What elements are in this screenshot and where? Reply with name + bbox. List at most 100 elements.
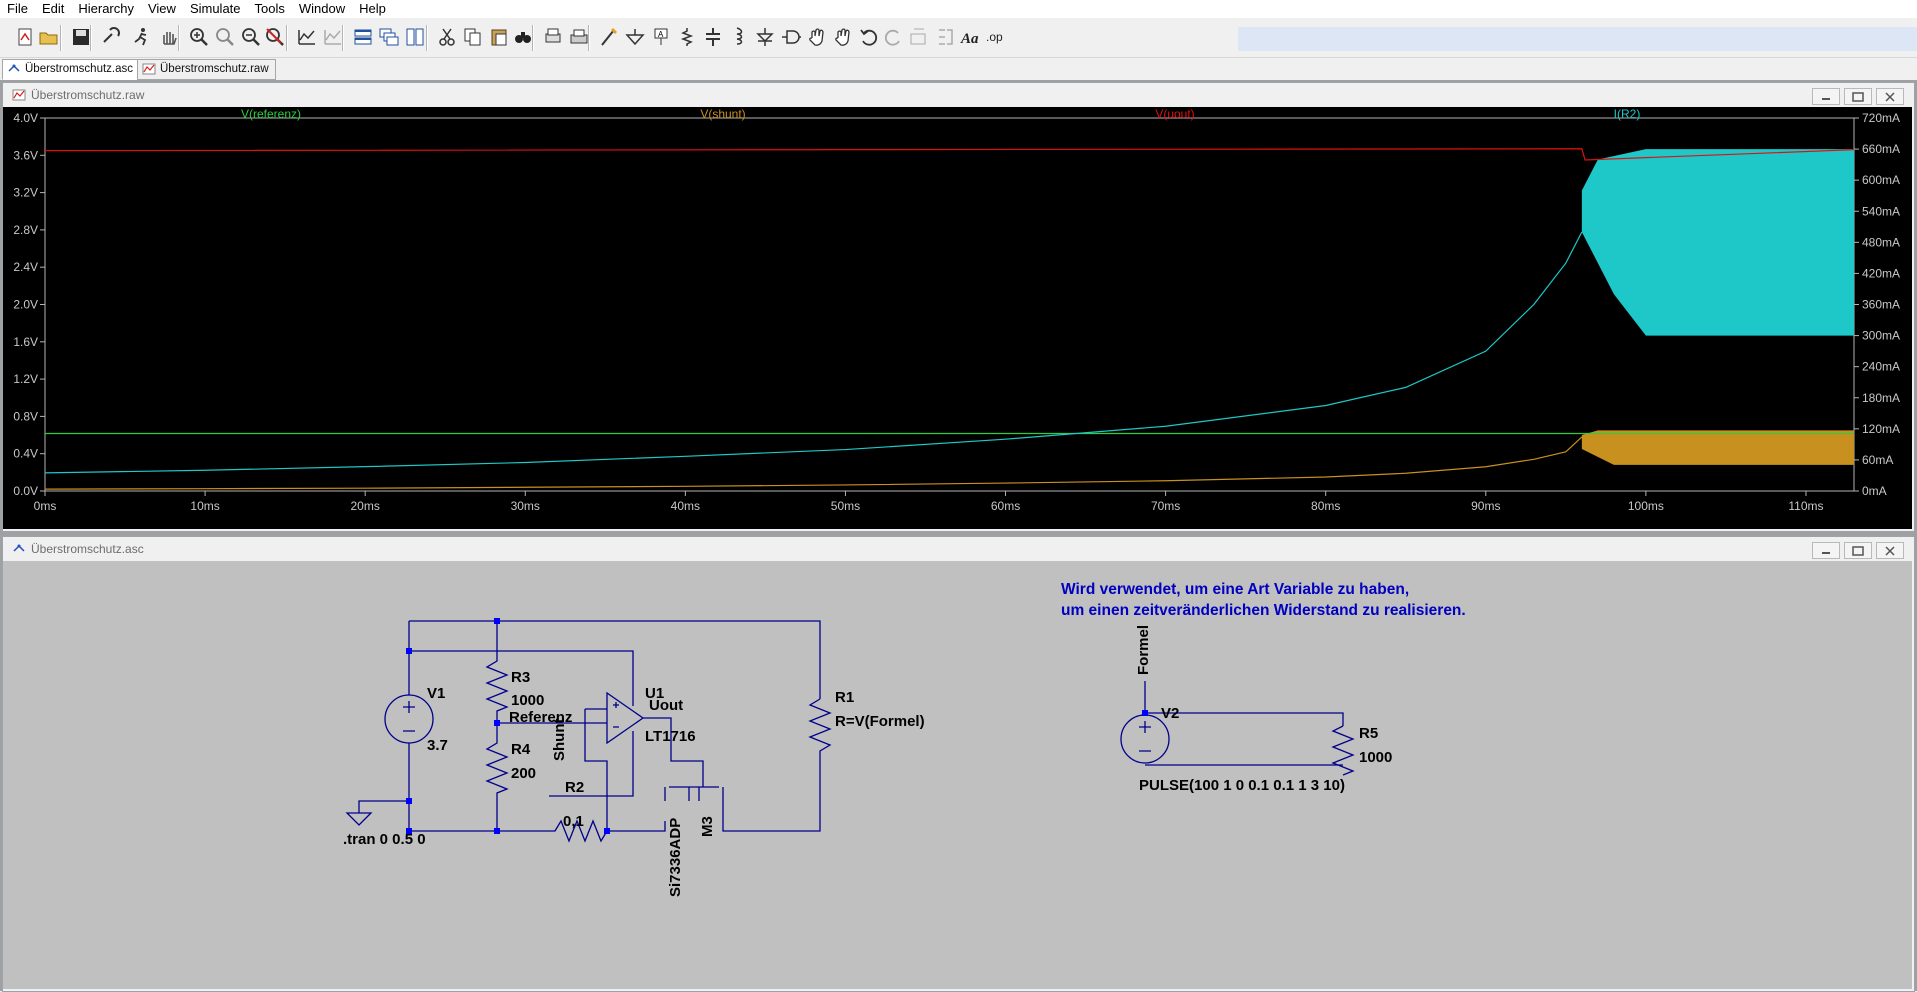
print-preview-button[interactable]: [540, 24, 566, 50]
y-right-tick-label: 420mA: [1862, 266, 1900, 280]
text-button[interactable]: Aa: [958, 24, 984, 50]
zoom-in-button[interactable]: [186, 24, 212, 50]
tile-horizontal-button[interactable]: [350, 24, 376, 50]
undo-button[interactable]: [856, 24, 882, 50]
paste-button[interactable]: [486, 24, 512, 50]
svg-text:Aa: Aa: [960, 31, 979, 47]
zoom-pan-button[interactable]: [212, 24, 238, 50]
y-right-tick-label: 60mA: [1862, 453, 1893, 467]
y-left-tick-label: 3.6V: [13, 148, 38, 162]
wire[interactable]: [722, 755, 821, 832]
minimize-button[interactable]: [1812, 88, 1840, 105]
copy-button[interactable]: [460, 24, 486, 50]
open-icon: [39, 32, 58, 45]
trace-i-r2: [44, 231, 1583, 474]
run-button[interactable]: [128, 24, 154, 50]
ground-button[interactable]: [622, 24, 648, 50]
y-left-tick-label: 2.4V: [13, 260, 38, 274]
schematic-drawing[interactable]: [3, 561, 1912, 989]
wire[interactable]: [584, 708, 608, 831]
v2-value: PULSE(100 1 0 0.1 0.1 1 3 10): [1139, 777, 1345, 794]
inductor-button[interactable]: [724, 24, 750, 50]
zoom-cancel-button[interactable]: [262, 24, 288, 50]
menu-tools[interactable]: Tools: [248, 0, 292, 18]
resistor-r3[interactable]: [485, 621, 509, 723]
resistor-r5[interactable]: [1331, 725, 1355, 776]
paste-icon: [491, 29, 507, 46]
menu-hierarchy[interactable]: Hierarchy: [71, 0, 141, 18]
y-right-tick-label: 360mA: [1862, 298, 1900, 312]
menu-file[interactable]: File: [0, 0, 35, 18]
close-button[interactable]: [1876, 542, 1904, 559]
minimize-button[interactable]: [1812, 542, 1840, 559]
control-panel-icon: [103, 27, 120, 43]
mosfet-m3[interactable]: [664, 786, 724, 801]
control-panel-button[interactable]: [98, 24, 124, 50]
wire-icon: [601, 27, 618, 46]
menu-simulate[interactable]: Simulate: [183, 0, 248, 18]
menu-window[interactable]: Window: [292, 0, 352, 18]
drag-button[interactable]: [830, 24, 856, 50]
resistor-r1[interactable]: [808, 698, 832, 755]
tab-waveform[interactable]: Überstromschutz.raw: [137, 59, 276, 80]
autorange-button[interactable]: [294, 24, 320, 50]
close-icon: [1885, 91, 1895, 102]
cascade-button[interactable]: [376, 24, 402, 50]
component-button[interactable]: [778, 24, 804, 50]
r1-name: R1: [835, 689, 855, 706]
move-button[interactable]: [804, 24, 830, 50]
rotate-button[interactable]: [906, 24, 932, 50]
diode-button[interactable]: [752, 24, 778, 50]
spice-directive-button[interactable]: .op: [982, 24, 1008, 50]
schematic-canvas[interactable]: Wird verwendet, um eine Art Variable zu …: [3, 561, 1912, 989]
spice-directive-tran[interactable]: .tran 0 0.5 0: [343, 831, 426, 848]
restore-button[interactable]: [1844, 542, 1872, 559]
toolbar-separator: [286, 25, 288, 51]
wire[interactable]: [607, 821, 666, 832]
toolbar-separator: [60, 25, 62, 51]
y-left-tick-label: 4.0V: [13, 111, 38, 125]
trace-label: V(uout): [1155, 107, 1194, 121]
document-tab-bar: Überstromschutz.asc Überstromschutz.raw: [0, 58, 1917, 80]
new-schematic-button[interactable]: [12, 24, 38, 50]
resistor-r4[interactable]: [485, 723, 509, 831]
mirror-button[interactable]: [932, 24, 958, 50]
y-left-tick-label: 1.2V: [13, 372, 38, 386]
tab-schematic[interactable]: Überstromschutz.asc: [2, 59, 141, 80]
comment-line-2: um einen zeitveränderlichen Widerstand z…: [1061, 602, 1466, 619]
toolbar-separator: [342, 25, 344, 51]
net-label-uout: Uout: [649, 697, 684, 714]
restore-icon: [1852, 91, 1864, 102]
waveform-chart[interactable]: 0ms 10ms 20ms 30ms 40ms 50ms 60ms 70ms 80ms 90ms 1…: [3, 107, 1912, 529]
menu-edit[interactable]: Edit: [35, 0, 71, 18]
wire-button[interactable]: [596, 24, 622, 50]
redo-button[interactable]: [880, 24, 906, 50]
open-button[interactable]: [36, 24, 62, 50]
zoom-out-button[interactable]: [238, 24, 264, 50]
x-tick-label: 60ms: [991, 499, 1020, 513]
capacitor-button[interactable]: [700, 24, 726, 50]
tile-vertical-button[interactable]: [402, 24, 428, 50]
find-icon: [515, 32, 531, 43]
wire[interactable]: [408, 620, 821, 699]
cut-button[interactable]: [434, 24, 460, 50]
undo-icon: [860, 29, 878, 46]
y-right-tick-label: 660mA: [1862, 142, 1900, 156]
resistor-button[interactable]: [674, 24, 700, 50]
trace-v-uout: [44, 148, 1855, 161]
y-left-tick-label: 1.6V: [13, 335, 38, 349]
ground-symbol[interactable]: [345, 800, 409, 826]
y-left-tick-label: 0.0V: [13, 484, 38, 498]
label-net-button[interactable]: A: [648, 24, 674, 50]
opamp-u1[interactable]: [606, 691, 645, 745]
menu-bar: File Edit Hierarchy View Simulate Tools …: [0, 0, 1917, 19]
x-tick-label: 20ms: [351, 499, 380, 513]
print-icon: [570, 29, 588, 44]
menu-help[interactable]: Help: [352, 0, 393, 18]
r4-value: 200: [511, 765, 537, 782]
waveform-plot-area[interactable]: 0ms 10ms 20ms 30ms 40ms 50ms 60ms 70ms 80ms 90ms 1…: [3, 107, 1912, 529]
menu-view[interactable]: View: [141, 0, 183, 18]
cascade-icon: [379, 28, 399, 46]
close-button[interactable]: [1876, 88, 1904, 105]
restore-button[interactable]: [1844, 88, 1872, 105]
